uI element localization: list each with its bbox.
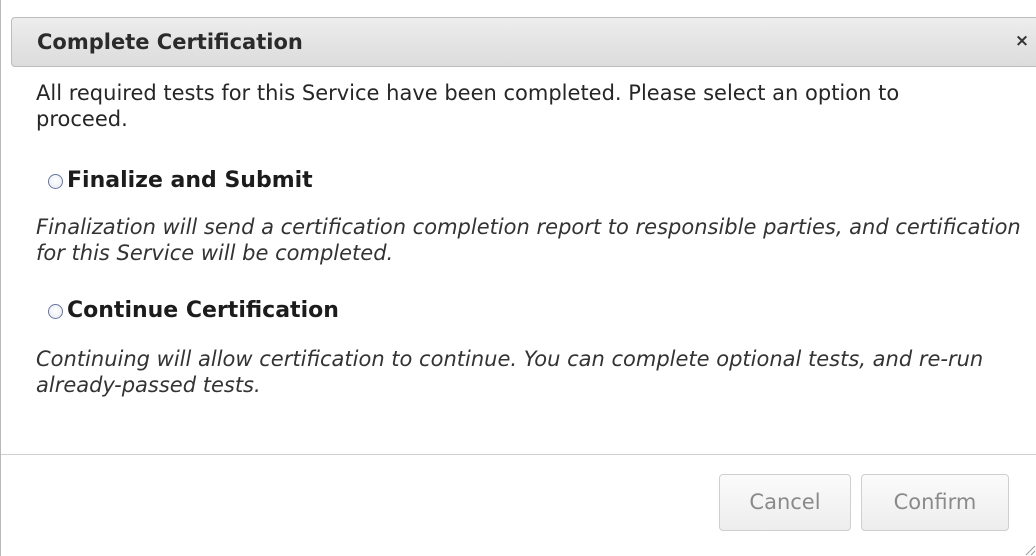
cancel-button[interactable]: Cancel (719, 474, 851, 531)
footer-divider (1, 454, 1036, 455)
confirm-button[interactable]: Confirm (861, 474, 1009, 531)
continue-radio[interactable] (48, 304, 63, 319)
finalize-option[interactable]: Finalize and Submit (48, 168, 313, 193)
continue-option[interactable]: Continue Certification (48, 298, 339, 323)
resize-grip-icon[interactable] (1022, 542, 1036, 556)
certification-dialog: Complete Certification × All required te… (0, 0, 1036, 556)
intro-text: All required tests for this Service have… (36, 81, 900, 131)
finalize-description: Finalization will send a certification c… (36, 215, 1021, 265)
close-icon[interactable]: × (1013, 29, 1031, 53)
finalize-radio[interactable] (48, 174, 63, 189)
finalize-option-label: Finalize and Submit (67, 168, 313, 193)
continue-option-label: Continue Certification (67, 298, 339, 323)
dialog-title: Complete Certification (37, 30, 303, 54)
continue-description: Continuing will allow certification to c… (36, 347, 984, 397)
dialog-titlebar[interactable]: Complete Certification × (11, 17, 1036, 67)
